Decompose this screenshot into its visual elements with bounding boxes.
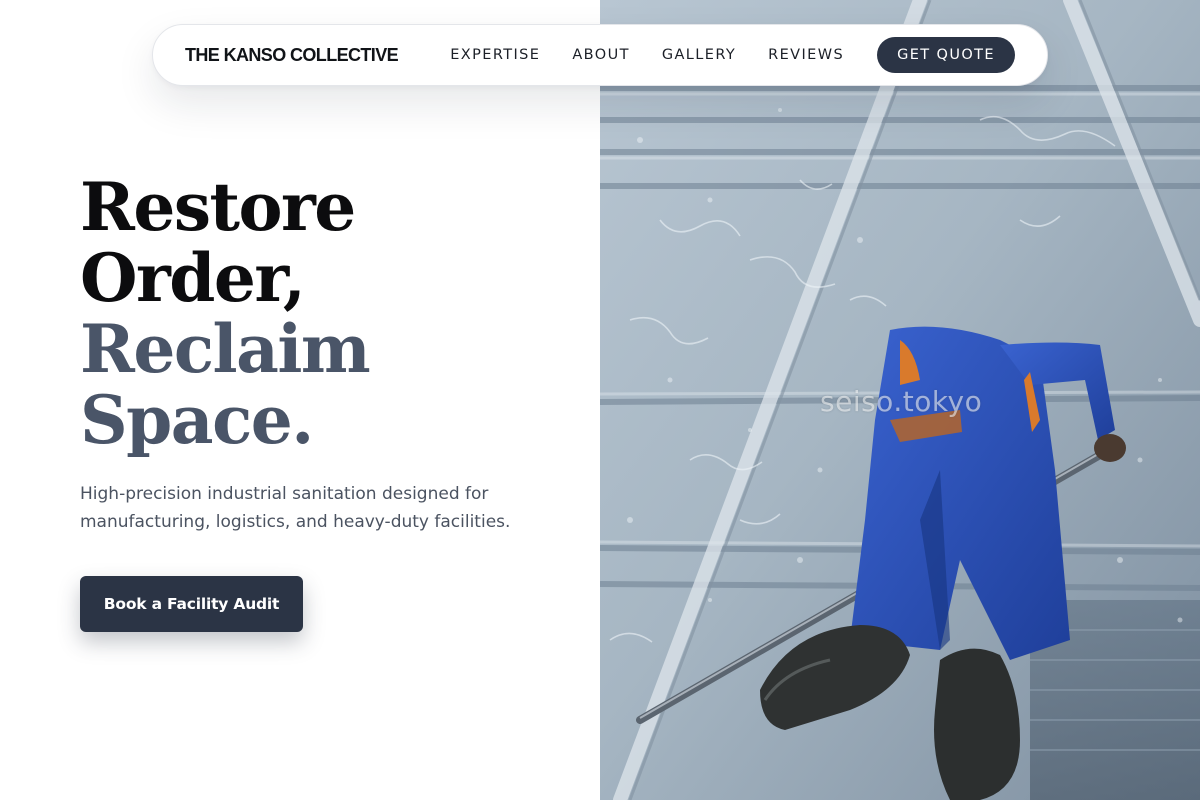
nav-link-gallery[interactable]: GALLERY [662,47,736,63]
top-navigation: THE KANSO COLLECTIVE EXPERTISE ABOUT GAL… [152,24,1048,86]
headline-line-2: Order, [80,239,306,317]
photo-watermark: seiso.tokyo [820,385,983,418]
nav-link-about[interactable]: ABOUT [572,47,630,63]
nav-links: EXPERTISE ABOUT GALLERY REVIEWS [450,47,844,63]
headline-line-4: Space. [80,381,314,459]
hero-image: seiso.tokyo [600,0,1200,800]
book-audit-button[interactable]: Book a Facility Audit [80,576,303,632]
hero-headline: Restore Order, Reclaim Space. [80,168,371,459]
get-quote-button[interactable]: GET QUOTE [877,37,1015,73]
hero-subtext: High-precision industrial sanitation des… [80,484,511,532]
nav-link-reviews[interactable]: REVIEWS [768,47,844,63]
nav-link-expertise[interactable]: EXPERTISE [450,47,540,63]
headline-line-3: Reclaim [80,310,371,388]
brand-logo[interactable]: THE KANSO COLLECTIVE [185,45,399,66]
headline-line-1: Restore [80,168,356,246]
